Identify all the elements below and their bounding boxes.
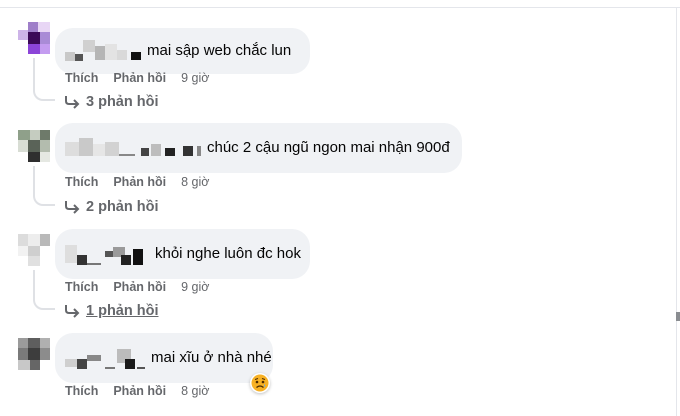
view-replies-button[interactable]: 1 phản hồi (64, 303, 159, 319)
comment-actions: Thích Phản hồi 9 giờ (65, 279, 224, 295)
replies-count: 2 phản hồi (86, 199, 159, 215)
view-replies-button[interactable]: 3 phản hồi (64, 94, 159, 110)
scrollbar-track[interactable] (676, 7, 677, 416)
reply-button[interactable]: Phản hồi (113, 280, 166, 294)
reply-arrow-icon (65, 305, 80, 318)
thread-line (33, 270, 35, 298)
avatar[interactable] (18, 22, 50, 54)
comment-text: chúc 2 cậu ngũ ngon mai nhận 900đ (207, 139, 450, 156)
replies-count: 3 phản hồi (86, 94, 159, 110)
thread-connector (33, 298, 55, 310)
sad-reaction-icon[interactable] (250, 373, 270, 393)
comment-bubble: mai xĩu ở nhà nhé (55, 333, 273, 383)
avatar[interactable] (18, 338, 50, 370)
reply-button[interactable]: Phản hồi (113, 175, 166, 189)
reply-button[interactable]: Phản hồi (113, 71, 166, 85)
blurred-author-name[interactable] (65, 136, 203, 160)
view-replies-button[interactable]: 2 phản hồi (64, 199, 159, 215)
reply-button[interactable]: Phản hồi (113, 384, 166, 398)
like-button[interactable]: Thích (65, 175, 98, 189)
thread-connector (33, 194, 55, 206)
comment-text: mai sập web chắc lun (147, 42, 292, 59)
comment-bubble: mai sập web chắc lun (55, 28, 310, 74)
scrollbar-thumb[interactable] (676, 312, 680, 321)
blurred-author-name[interactable] (65, 241, 151, 267)
top-divider (0, 7, 680, 8)
like-button[interactable]: Thích (65, 280, 98, 294)
comment-bubble: chúc 2 cậu ngũ ngon mai nhận 900đ (55, 123, 462, 173)
timestamp[interactable]: 8 giờ (181, 384, 209, 398)
comment-actions: Thích Phản hồi 8 giờ (65, 174, 224, 190)
timestamp[interactable]: 9 giờ (181, 280, 209, 294)
thread-line (33, 166, 35, 194)
comment-text: khỏi nghe luôn đc hok (155, 245, 301, 262)
avatar[interactable] (18, 130, 50, 162)
thread-connector (33, 89, 55, 101)
reply-arrow-icon (65, 96, 80, 109)
replies-count: 1 phản hồi (86, 303, 159, 319)
like-button[interactable]: Thích (65, 384, 98, 398)
timestamp[interactable]: 8 giờ (181, 175, 209, 189)
comment-bubble: khỏi nghe luôn đc hok (55, 229, 310, 279)
thread-line (33, 58, 35, 89)
blurred-author-name[interactable] (65, 345, 147, 371)
comment-actions: Thích Phản hồi 9 giờ (65, 70, 224, 86)
blurred-author-name[interactable] (65, 40, 143, 62)
avatar[interactable] (18, 234, 50, 266)
timestamp[interactable]: 9 giờ (181, 71, 209, 85)
comment-actions: Thích Phản hồi 8 giờ (65, 383, 224, 399)
reply-arrow-icon (65, 201, 80, 214)
comment-text: mai xĩu ở nhà nhé (151, 349, 272, 366)
like-button[interactable]: Thích (65, 71, 98, 85)
